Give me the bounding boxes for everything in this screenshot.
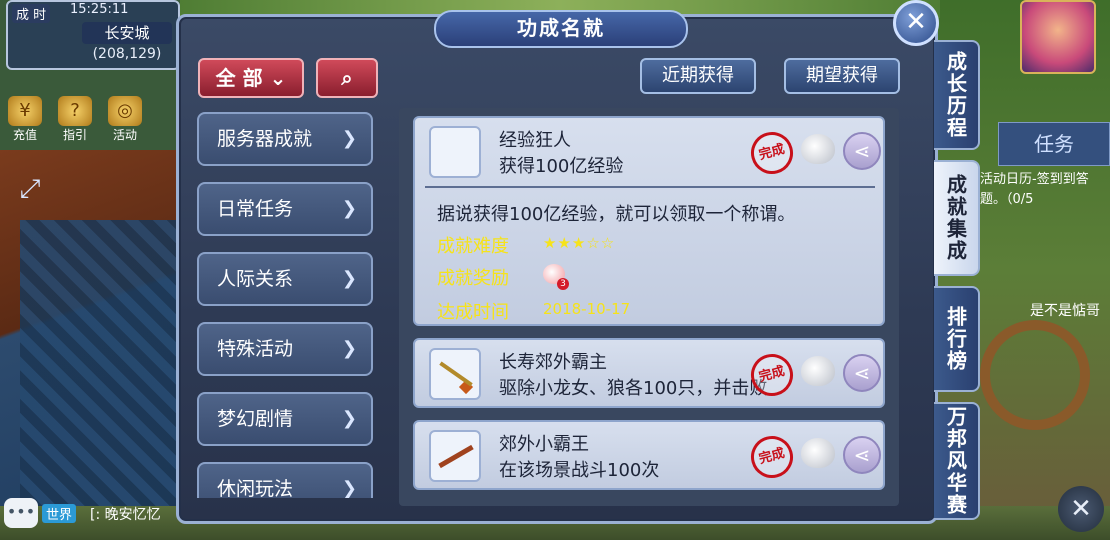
tab-label: 成就集成 (943, 174, 968, 262)
difficulty-stars: ★★★☆☆ (543, 234, 616, 252)
spear-icon (429, 348, 481, 400)
activity-label: 活动 (112, 128, 137, 142)
tab-label: 成长历程 (943, 51, 968, 139)
chat-bubble-icon[interactable]: ••• (4, 498, 38, 528)
category-daily[interactable]: 日常任务 ❯ (197, 182, 373, 236)
category-label: 特殊活动 (217, 338, 294, 360)
tab-label: 万邦风华赛 (943, 406, 968, 516)
city-name: 长安城 (82, 22, 172, 44)
achievement-name: 经验狂人 (499, 130, 571, 151)
recent-obtained-button[interactable]: 近期获得 (640, 58, 756, 94)
category-label: 日常任务 (217, 198, 294, 220)
clock-text: 15:25:11 (70, 2, 129, 17)
completed-seal: 完成 (746, 127, 798, 179)
achieved-date: 2018-10-17 (543, 300, 631, 318)
category-leisure[interactable]: 休闲玩法 ❯ (197, 462, 373, 498)
cart-wheel-scenery (980, 320, 1090, 430)
date-label: 达成时间 (437, 302, 509, 323)
recharge-icon: ¥ (8, 96, 42, 126)
achievement-detail: 据说获得100亿经验，就可以领取一个称谓。 (437, 204, 796, 225)
achievement-card[interactable]: 长寿郊外霸主 驱除小龙女、狼各100只，并击败 完成 ⋖ (413, 338, 885, 408)
category-label: 梦幻剧情 (217, 408, 294, 430)
hud-close-icon[interactable]: ✕ (1058, 486, 1104, 532)
scene-chat-text: 是不是惦哥 (1030, 303, 1100, 319)
category-story[interactable]: 梦幻剧情 ❯ (197, 392, 373, 446)
filter-label: 全 部 (215, 66, 263, 90)
reward-label: 成就奖励 (437, 268, 509, 289)
panel-title: 功成名就 (434, 10, 688, 48)
achievement-name: 长寿郊外霸主 (499, 352, 607, 373)
difficulty-label: 成就难度 (437, 236, 509, 257)
tab-label: 排行榜 (943, 306, 968, 372)
chevron-down-icon: ❯ (341, 128, 357, 149)
crescent-moon-icon (429, 126, 481, 178)
expand-icon[interactable]: ⤢ (8, 174, 52, 214)
guide-icon: ? (58, 96, 92, 126)
chat-channel-badge: 世界 (42, 504, 77, 523)
hud-badge: 成 时 (12, 4, 51, 23)
location-hud[interactable]: 成 时 15:25:11 长安城 (208,129) (6, 0, 180, 70)
player-avatar[interactable] (1020, 0, 1096, 74)
achievement-card[interactable]: 郊外小霸王 在该场景战斗100次 完成 ⋖ (413, 420, 885, 490)
chat-bar[interactable]: ••• 世界 [: 晚安忆忆 (0, 494, 200, 534)
category-list: 服务器成就 ❯ 日常任务 ❯ 人际关系 ❯ 特殊活动 ❯ 梦幻剧情 ❯ 休闲玩法… (197, 112, 375, 498)
guide-button[interactable]: ? 指引 (54, 96, 96, 144)
achievement-list[interactable]: 经验狂人 获得100亿经验 完成 ⋖ 据说获得100亿经验，就可以领取一个称谓。… (399, 108, 899, 506)
close-button[interactable]: ✕ (893, 0, 939, 46)
share-button[interactable]: ⋖ (843, 436, 881, 474)
recharge-button[interactable]: ¥ 充值 (4, 96, 46, 144)
tab-achievement-collection[interactable]: 成就集成 (934, 160, 980, 276)
tile-scenery (20, 220, 190, 540)
completed-seal: 完成 (746, 431, 798, 483)
share-button[interactable]: ⋖ (843, 132, 881, 170)
category-label: 人际关系 (217, 268, 294, 290)
achievement-card-expanded[interactable]: 经验狂人 获得100亿经验 完成 ⋖ 据说获得100亿经验，就可以领取一个称谓。… (413, 116, 885, 326)
coordinates: (208,129) (92, 46, 162, 62)
category-server[interactable]: 服务器成就 ❯ (197, 112, 373, 166)
chevron-down-icon: ❯ (341, 478, 357, 498)
expected-obtained-button[interactable]: 期望获得 (784, 58, 900, 94)
chat-message: [: 晚安忆忆 (90, 507, 161, 523)
chevron-down-icon: ❯ (341, 268, 357, 289)
peach-reward-icon (801, 438, 835, 468)
recharge-label: 充值 (12, 128, 37, 142)
search-button[interactable]: ⌕ (316, 58, 378, 98)
chevron-down-icon: ❯ (341, 408, 357, 429)
tab-leaderboard[interactable]: 排行榜 (934, 286, 980, 392)
achievement-desc: 获得100亿经验 (499, 156, 624, 177)
category-label: 休闲玩法 (217, 478, 294, 498)
activity-button[interactable]: ◎ 活动 (104, 96, 146, 144)
guide-label: 指引 (62, 128, 87, 142)
share-button[interactable]: ⋖ (843, 354, 881, 392)
hud-shortcuts: ¥ 充值 ? 指引 ◎ 活动 (4, 96, 146, 144)
task-tab[interactable]: 任务 (998, 122, 1110, 166)
reward-count-badge: 3 (557, 278, 569, 290)
activity-icon: ◎ (108, 96, 142, 126)
category-label: 服务器成就 (217, 128, 313, 150)
close-icon: ✕ (905, 7, 927, 37)
search-icon: ⌕ (341, 66, 353, 90)
staff-icon (429, 430, 481, 482)
chevron-down-icon: ❯ (341, 198, 357, 219)
category-special[interactable]: 特殊活动 ❯ (197, 322, 373, 376)
chevron-down-icon: ❯ (341, 338, 357, 359)
achievement-desc: 驱除小龙女、狼各100只，并击败 (499, 378, 768, 399)
tab-growth-history[interactable]: 成长历程 (934, 40, 980, 150)
peach-reward-icon (801, 134, 835, 164)
chevron-down-icon: ⌄ (269, 66, 287, 90)
task-tracker-text[interactable]: 活动日历-签到到答题。（0/5 (980, 170, 1104, 210)
divider (425, 186, 875, 188)
category-social[interactable]: 人际关系 ❯ (197, 252, 373, 306)
tab-wanbang-competition[interactable]: 万邦风华赛 (934, 402, 980, 520)
peach-reward-icon (801, 356, 835, 386)
filter-dropdown[interactable]: 全 部 ⌄ (198, 58, 304, 98)
achievement-name: 郊外小霸王 (499, 434, 589, 455)
achievement-desc: 在该场景战斗100次 (499, 460, 660, 481)
